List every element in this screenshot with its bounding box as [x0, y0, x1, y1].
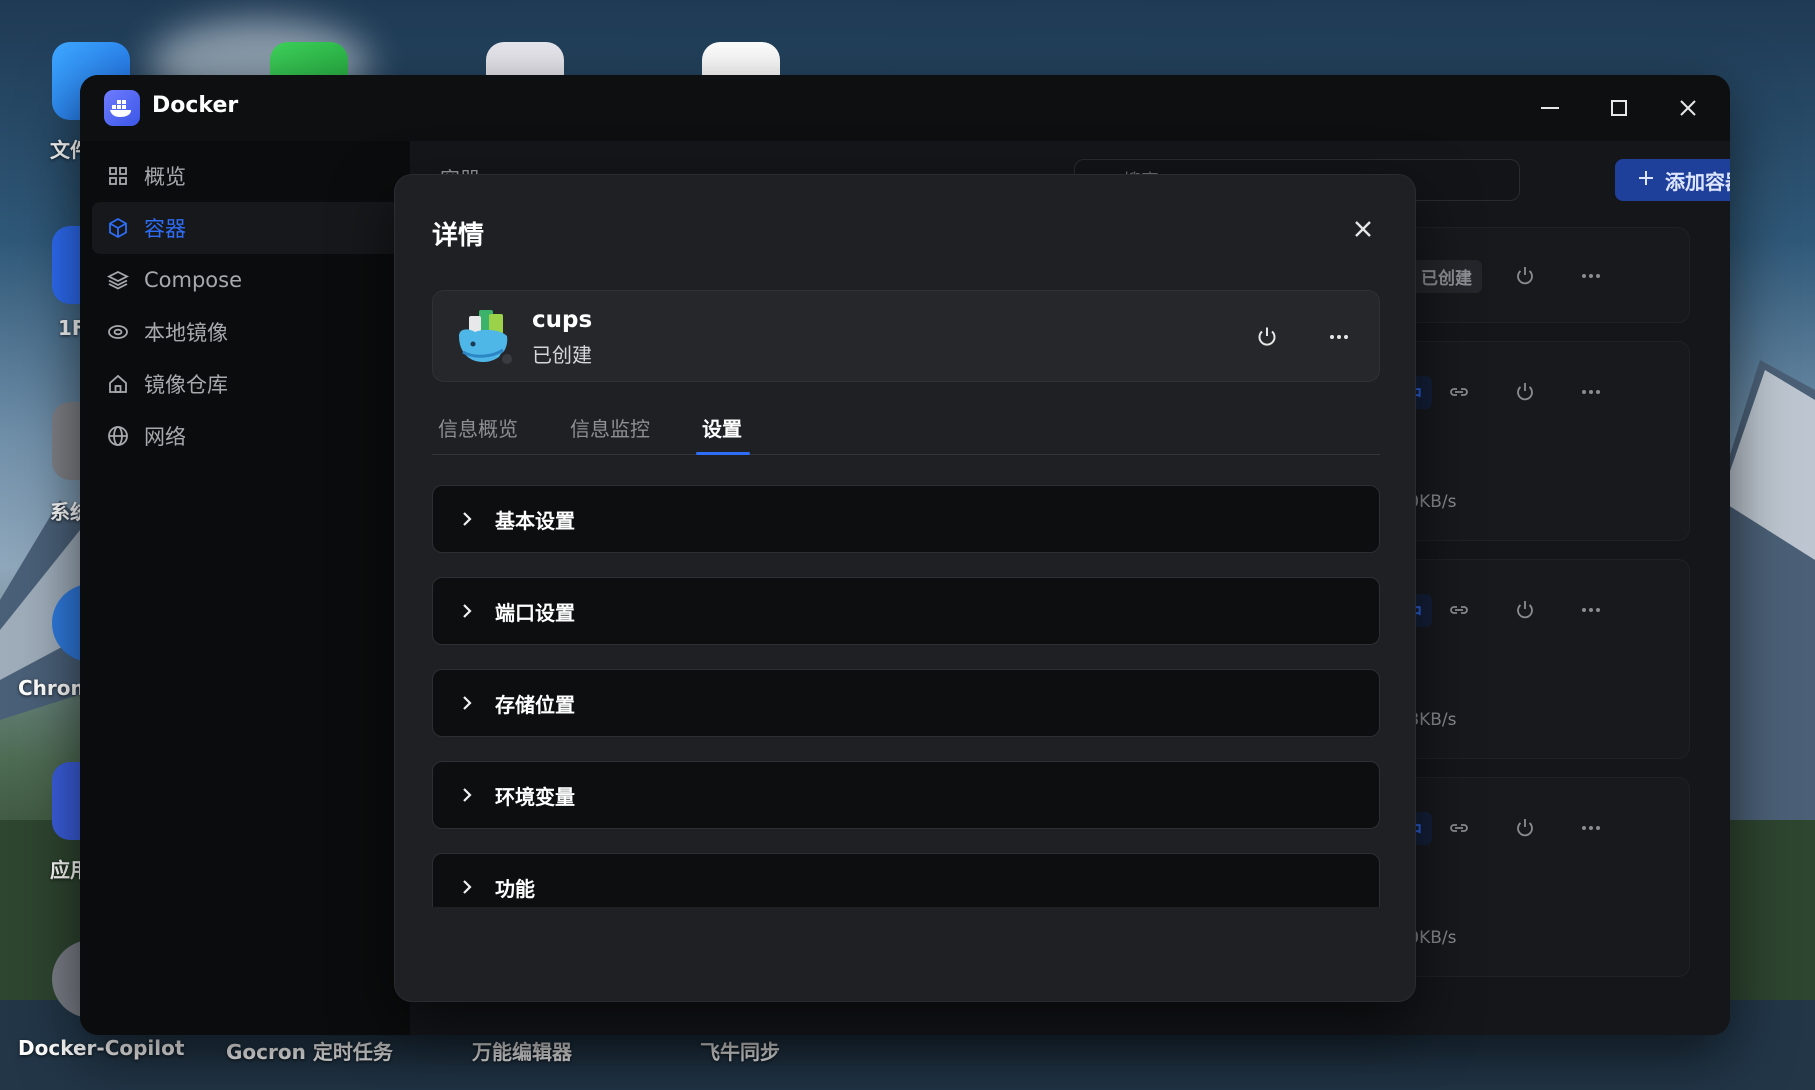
more-icon[interactable]: [1577, 814, 1605, 842]
chevron-right-icon: [457, 785, 477, 805]
more-icon[interactable]: [1577, 378, 1605, 406]
close-icon[interactable]: [1671, 91, 1705, 125]
sidebar-item-containers[interactable]: 容器: [92, 202, 410, 254]
section-port-settings[interactable]: 端口设置: [432, 577, 1380, 645]
home-icon: [106, 372, 130, 396]
disk-icon: [106, 320, 130, 344]
section-label: 环境变量: [495, 784, 575, 809]
power-icon[interactable]: [1511, 814, 1539, 842]
plus-icon: [1637, 168, 1655, 192]
container-name: cups: [532, 307, 593, 333]
section-capabilities[interactable]: 功能: [432, 853, 1380, 907]
section-env-vars[interactable]: 环境变量: [432, 761, 1380, 829]
section-label: 基本设置: [495, 508, 575, 533]
layers-icon: [106, 268, 130, 292]
status-dot: [499, 351, 515, 367]
container-summary-card: cups 已创建: [432, 290, 1380, 382]
sidebar-item-label: 本地镜像: [144, 321, 228, 345]
tab-monitor[interactable]: 信息监控: [570, 413, 650, 442]
desktop-label-gocron: Gocron 定时任务: [226, 1040, 393, 1064]
tab-active-indicator: [696, 452, 750, 455]
add-container-button[interactable]: 添加容器: [1615, 159, 1730, 201]
link-icon[interactable]: [1445, 378, 1473, 406]
dialog-title: 详情: [432, 221, 485, 251]
more-icon[interactable]: [1577, 596, 1605, 624]
sidebar-item-overview[interactable]: 概览: [92, 150, 410, 202]
desktop-label-editor: 万能编辑器: [472, 1040, 572, 1064]
minimize-icon[interactable]: [1533, 91, 1567, 125]
sidebar-item-label: 网络: [144, 425, 186, 449]
more-icon[interactable]: [1323, 321, 1355, 353]
section-storage[interactable]: 存储位置: [432, 669, 1380, 737]
power-icon[interactable]: [1511, 596, 1539, 624]
settings-sections: 基本设置 端口设置 存储位置 环境变量 功能: [432, 485, 1382, 907]
power-icon[interactable]: [1251, 321, 1283, 353]
chevron-right-icon: [457, 877, 477, 897]
chevron-right-icon: [457, 693, 477, 713]
sidebar-item-registry[interactable]: 镜像仓库: [92, 358, 410, 410]
status-badge: 已创建: [1411, 260, 1482, 293]
link-icon[interactable]: [1445, 814, 1473, 842]
power-icon[interactable]: [1511, 378, 1539, 406]
sidebar-item-local-images[interactable]: 本地镜像: [92, 306, 410, 358]
more-icon[interactable]: [1577, 262, 1605, 290]
globe-icon: [106, 424, 130, 448]
chevron-right-icon: [457, 601, 477, 621]
tab-overview[interactable]: 信息概览: [438, 413, 518, 442]
dialog-close-icon[interactable]: [1345, 211, 1381, 247]
dialog-tabs: 信息概览 信息监控 设置: [432, 407, 1380, 455]
link-icon[interactable]: [1445, 596, 1473, 624]
docker-logo-icon: [104, 90, 140, 126]
window-title: Docker: [152, 93, 239, 118]
container-status: 已创建: [532, 343, 592, 367]
section-label: 端口设置: [495, 600, 575, 625]
sidebar-item-label: 镜像仓库: [144, 373, 228, 397]
add-container-label: 添加容器: [1665, 169, 1730, 194]
sidebar-item-network[interactable]: 网络: [92, 410, 410, 462]
maximize-icon[interactable]: [1602, 91, 1636, 125]
desktop-label-sync: 飞牛同步: [700, 1040, 780, 1064]
title-bar[interactable]: Docker: [80, 75, 1730, 141]
desktop-label-docker-copilot: Docker-Copilot: [18, 1036, 185, 1060]
tab-settings[interactable]: 设置: [702, 413, 742, 442]
sidebar-item-label: 概览: [144, 165, 186, 189]
section-label: 功能: [495, 876, 535, 901]
sidebar-item-label: Compose: [144, 268, 243, 292]
chevron-right-icon: [457, 509, 477, 529]
details-dialog: 详情 cups 已创建 信息概览 信息监控 设置 基本设置 端口设置 存储位置 …: [394, 174, 1416, 1002]
sidebar: 概览 容器 Compose 本地镜像 镜像仓库 网络: [80, 141, 410, 1035]
grid-icon: [106, 164, 130, 188]
section-label: 存储位置: [495, 692, 575, 717]
sidebar-item-label: 容器: [144, 217, 186, 241]
section-basic-settings[interactable]: 基本设置: [432, 485, 1380, 553]
power-icon[interactable]: [1511, 262, 1539, 290]
sidebar-item-compose[interactable]: Compose: [92, 254, 410, 306]
cube-icon: [106, 216, 130, 240]
